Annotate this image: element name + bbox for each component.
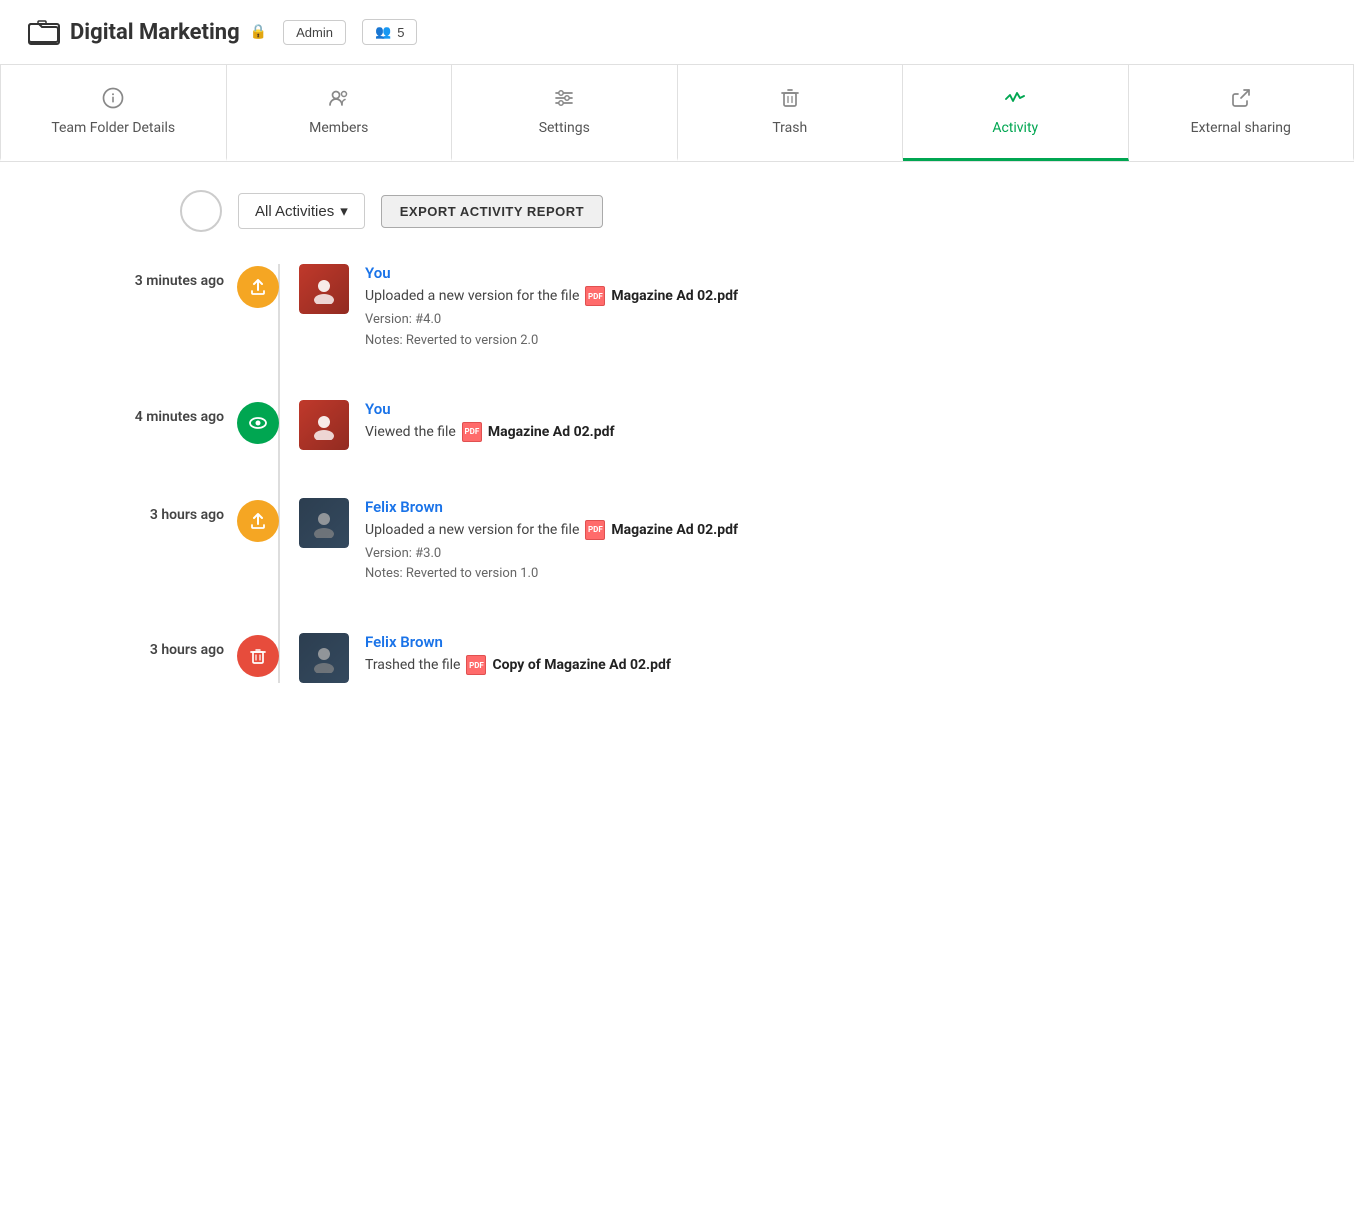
- avatar-3: [299, 498, 349, 548]
- event-description-3: Uploaded a new version for the file PDF …: [365, 520, 1354, 540]
- tab-team-folder-details[interactable]: Team Folder Details: [0, 65, 227, 161]
- project-title: Digital Marketing: [70, 20, 240, 45]
- avatar-2: [299, 400, 349, 450]
- avatar-you-1: [299, 264, 349, 314]
- tab-label-activity: Activity: [992, 120, 1038, 136]
- folder-icon: [28, 18, 60, 46]
- tab-icon-activity: [1004, 87, 1026, 112]
- tab-icon-settings: [553, 87, 575, 112]
- filter-dropdown[interactable]: All Activities ▾: [238, 193, 365, 229]
- export-button[interactable]: EXPORT ACTIVITY REPORT: [381, 195, 603, 228]
- event-content-3: Felix Brown Uploaded a new version for t…: [365, 498, 1354, 586]
- pdf-icon-4: PDF: [466, 655, 486, 675]
- event-action-4: Trashed the file: [365, 657, 460, 673]
- avatar-4: [299, 633, 349, 683]
- timeline-item: 4 minutes ago You Viewed the fil: [100, 400, 1354, 450]
- tab-label-team-folder-details: Team Folder Details: [51, 120, 175, 136]
- file-name-1: Magazine Ad 02.pdf: [611, 288, 738, 304]
- members-button[interactable]: 👥 5: [362, 19, 417, 45]
- pdf-icon-2: PDF: [462, 422, 482, 442]
- tab-external-sharing[interactable]: External sharing: [1129, 65, 1354, 161]
- tab-members[interactable]: Members: [227, 65, 453, 161]
- tab-icon-external-sharing: [1230, 87, 1252, 112]
- event-user-1[interactable]: You: [365, 264, 1354, 282]
- tab-label-settings: Settings: [539, 120, 590, 136]
- timeline-item: 3 hours ago Felix Brown Uploaded: [100, 498, 1354, 586]
- event-content-1: You Uploaded a new version for the file …: [365, 264, 1354, 352]
- event-action-3: Uploaded a new version for the file: [365, 522, 579, 538]
- event-action-1: Uploaded a new version for the file: [365, 288, 579, 304]
- members-icon: 👥: [375, 24, 391, 40]
- timeline: 3 minutes ago You Uploaded a new: [100, 264, 1354, 683]
- event-description-4: Trashed the file PDF Copy of Magazine Ad…: [365, 655, 1354, 675]
- timeline-item: 3 minutes ago You Uploaded a new: [100, 264, 1354, 352]
- admin-badge[interactable]: Admin: [283, 20, 346, 45]
- view-icon-2: [237, 402, 279, 444]
- tab-label-members: Members: [309, 120, 368, 136]
- event-description-2: Viewed the file PDF Magazine Ad 02.pdf: [365, 422, 1354, 442]
- event-content-2: You Viewed the file PDF Magazine Ad 02.p…: [365, 400, 1354, 446]
- filter-label: All Activities: [255, 203, 334, 220]
- trash-icon-4: [237, 635, 279, 677]
- avatar-felix-4: [299, 633, 349, 683]
- time-label: 4 minutes ago: [100, 400, 240, 426]
- tab-trash[interactable]: Trash: [678, 65, 904, 161]
- tab-label-external-sharing: External sharing: [1191, 120, 1291, 136]
- tab-icon-trash: [779, 87, 801, 112]
- tab-label-trash: Trash: [772, 120, 807, 136]
- event-content-4: Felix Brown Trashed the file PDF Copy of…: [365, 633, 1354, 679]
- event-user-2[interactable]: You: [365, 400, 1354, 418]
- main-content: All Activities ▾ EXPORT ACTIVITY REPORT …: [0, 162, 1354, 759]
- file-name-3: Magazine Ad 02.pdf: [611, 522, 738, 538]
- event-user-3[interactable]: Felix Brown: [365, 498, 1354, 516]
- header-title: Digital Marketing 🔒: [28, 18, 267, 46]
- header: Digital Marketing 🔒 Admin 👥 5: [0, 0, 1354, 65]
- event-notes-3: Notes: Reverted to version 1.0: [365, 566, 538, 581]
- avatar-you-2: [299, 400, 349, 450]
- event-user-4[interactable]: Felix Brown: [365, 633, 1354, 651]
- event-description-1: Uploaded a new version for the file PDF …: [365, 286, 1354, 306]
- time-label: 3 hours ago: [100, 633, 240, 659]
- event-meta-1: Version: #4.0 Notes: Reverted to version…: [365, 310, 1354, 352]
- tab-activity[interactable]: Activity: [903, 65, 1129, 161]
- pdf-icon-3: PDF: [585, 520, 605, 540]
- event-meta-3: Version: #3.0 Notes: Reverted to version…: [365, 544, 1354, 586]
- lock-icon: 🔒: [250, 24, 267, 40]
- file-name-2: Magazine Ad 02.pdf: [488, 424, 615, 440]
- file-name-4: Copy of Magazine Ad 02.pdf: [492, 657, 670, 673]
- time-label: 3 hours ago: [100, 498, 240, 524]
- avatar-felix-3: [299, 498, 349, 548]
- event-notes-1: Notes: Reverted to version 2.0: [365, 333, 538, 348]
- tab-icon-info: [102, 87, 124, 112]
- timeline-circle: [180, 190, 222, 232]
- tab-settings[interactable]: Settings: [452, 65, 678, 161]
- timeline-item: 3 hours ago Felix: [100, 633, 1354, 683]
- tab-icon-members: [328, 87, 350, 112]
- controls-row: All Activities ▾ EXPORT ACTIVITY REPORT: [180, 190, 1354, 232]
- upload-icon-3: [237, 500, 279, 542]
- event-action-2: Viewed the file: [365, 424, 456, 440]
- upload-icon-1: [237, 266, 279, 308]
- time-label: 3 minutes ago: [100, 264, 240, 290]
- event-version-1: Version: #4.0: [365, 312, 441, 327]
- avatar-1: [299, 264, 349, 314]
- chevron-down-icon: ▾: [340, 202, 348, 220]
- event-version-3: Version: #3.0: [365, 546, 441, 561]
- members-count: 5: [397, 25, 404, 40]
- pdf-icon-1: PDF: [585, 286, 605, 306]
- tabs-container: Team Folder Details Members Settings: [0, 65, 1354, 162]
